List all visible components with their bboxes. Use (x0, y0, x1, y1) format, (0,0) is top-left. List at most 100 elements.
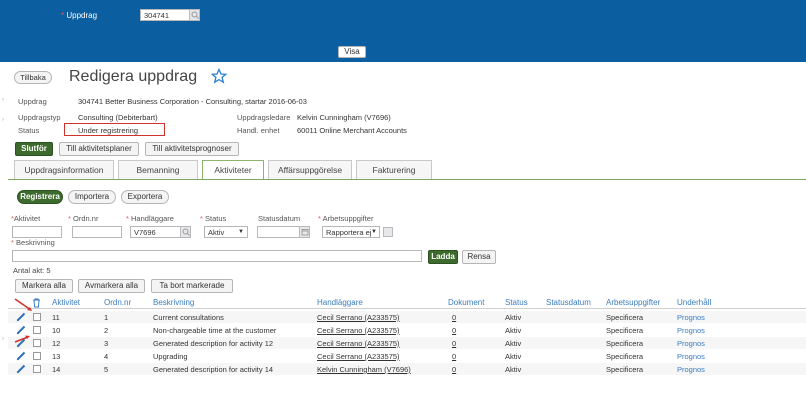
cell-status: Aktiv (505, 313, 522, 322)
description-filter-label: * Beskrivning (11, 238, 55, 247)
favorite-star-icon[interactable] (210, 67, 228, 84)
cell-tasks: Specificera (606, 339, 644, 348)
lookup-icon[interactable] (189, 10, 199, 20)
column-header[interactable]: Aktivitet (52, 298, 80, 307)
assignment-search-label: * Uppdrag (61, 11, 98, 20)
tab-assignment-info[interactable]: Uppdragsinformation (14, 160, 114, 179)
cell-documents[interactable]: 0 (452, 365, 456, 374)
cell-status: Aktiv (505, 339, 522, 348)
cell-handler[interactable]: Cecil Serrano (A233575) (317, 326, 400, 335)
cell-tasks: Specificera (606, 365, 644, 374)
cell-maintenance[interactable]: Prognos (677, 339, 705, 348)
clear-button[interactable]: Rensa (462, 250, 496, 264)
cell-maintenance[interactable]: Prognos (677, 326, 705, 335)
cell-activity: 10 (52, 326, 61, 335)
tab-business-agreement[interactable]: Affärsuppgörelse (268, 160, 352, 179)
activity-count: Antal akt: 5 (13, 266, 51, 275)
column-header[interactable]: Underhåll (677, 298, 711, 307)
unmark-all-button[interactable]: Avmarkera alla (78, 279, 145, 293)
back-button-label: Tillbaka (20, 73, 46, 82)
cell-status: Aktiv (505, 326, 522, 335)
cell-maintenance[interactable]: Prognos (677, 365, 705, 374)
cell-handler[interactable]: Cecil Serrano (A233575) (317, 339, 400, 348)
type-label: Uppdragstyp (18, 113, 61, 122)
tasks-extra-icon[interactable] (383, 227, 393, 237)
back-button[interactable]: Tillbaka (14, 71, 52, 84)
tab-activities[interactable]: Aktiviteter (202, 160, 264, 180)
column-header[interactable]: Statusdatum (546, 298, 591, 307)
top-search-bar: * Uppdrag 304741 Visa (0, 0, 806, 62)
register-button[interactable]: Registrera (17, 190, 63, 204)
column-header[interactable]: Dokument (448, 298, 484, 307)
tasks-filter-label: * Arbetsuppgifter (318, 214, 374, 223)
tab-underline (8, 179, 806, 180)
cell-documents[interactable]: 0 (452, 339, 456, 348)
cell-activity: 11 (52, 313, 60, 322)
export-button[interactable]: Exportera (121, 190, 169, 204)
cell-tasks: Specificera (606, 352, 644, 361)
table-row-cells: 12 3 Generated description for activity 12… (0, 338, 806, 350)
cell-tasks: Specificera (606, 313, 644, 322)
side-caret-icon[interactable]: › (2, 117, 5, 123)
status-value: Under registrering (78, 126, 139, 135)
leader-label: Uppdragsledare (237, 113, 291, 122)
side-caret-icon[interactable]: › (2, 97, 5, 103)
cell-order: 2 (104, 326, 109, 335)
table-row-cells: 13 4 Upgrading Cecil Serrano (A233575) 0 Akti… (0, 351, 806, 363)
calendar-icon[interactable] (299, 227, 309, 237)
cell-description: Non-chargeable time at the customer (153, 326, 277, 335)
cell-activity: 14 (52, 365, 61, 374)
column-header[interactable]: Ordn.nr (104, 298, 131, 307)
tasks-filter-select[interactable]: Rapportera ej ▼ (322, 226, 380, 238)
cell-documents[interactable]: 0 (452, 326, 456, 335)
cell-handler[interactable]: Cecil Serrano (A233575) (317, 352, 400, 361)
cell-maintenance[interactable]: Prognos (677, 313, 705, 322)
cell-documents[interactable]: 0 (452, 352, 456, 361)
table-header-row: Aktivitet Ordn.nr Beskrivning Handläggar… (0, 298, 806, 310)
cell-documents[interactable]: 0 (452, 313, 456, 322)
activity-forecasts-button[interactable]: Till aktivitetsprognoser (145, 142, 239, 156)
assignment-label: Uppdrag (18, 97, 47, 106)
cell-handler[interactable]: Kelvin Cunningham (V7696) (317, 365, 411, 374)
column-header[interactable]: Status (505, 298, 528, 307)
page-title: Redigera uppdrag (69, 68, 198, 85)
handler-filter-label: * Handläggare (126, 214, 174, 223)
cell-description: Generated description for activity 12 (153, 339, 274, 348)
cell-status: Aktiv (505, 352, 522, 361)
dropdown-arrow-icon: ▼ (371, 229, 377, 235)
show-button[interactable]: Visa (338, 46, 366, 58)
column-header[interactable]: Beskrivning (153, 298, 194, 307)
cell-description: Upgrading (153, 352, 188, 361)
cell-description: Current consultations (153, 313, 224, 322)
handler-lookup-icon[interactable] (180, 227, 190, 237)
activity-plans-button[interactable]: Till aktivitetsplaner (59, 142, 139, 156)
finish-button[interactable]: Slutför (15, 142, 53, 156)
type-value: Consulting (Debiterbart) (78, 113, 158, 122)
description-filter-input[interactable] (12, 250, 422, 262)
table-row-cells: 14 5 Generated description for activity 14… (0, 364, 806, 376)
annotation-arrow-icon (13, 334, 33, 344)
orderno-filter-input[interactable] (72, 226, 122, 238)
cell-handler[interactable]: Cecil Serrano (A233575) (317, 313, 400, 322)
mark-all-button[interactable]: Markera alla (15, 279, 73, 293)
activity-filter-input[interactable] (12, 226, 62, 238)
cell-description: Generated description for activity 14 (153, 365, 274, 374)
cell-order: 3 (104, 339, 109, 348)
cell-activity: 12 (52, 339, 61, 348)
cell-activity: 13 (52, 352, 61, 361)
tab-staffing[interactable]: Bemanning (118, 160, 198, 179)
cell-order: 4 (104, 352, 109, 361)
unit-value: 60011 Online Merchant Accounts (297, 126, 407, 135)
remove-marked-button[interactable]: Ta bort markerade (151, 279, 233, 293)
column-header[interactable]: Arbetsuppgifter (606, 298, 660, 307)
cell-maintenance[interactable]: Prognos (677, 352, 705, 361)
status-filter-select[interactable]: Aktiv ▼ (204, 226, 248, 238)
tab-invoicing[interactable]: Fakturering (356, 160, 432, 179)
leader-value: Kelvin Cunningham (V7696) (297, 113, 391, 122)
table-row-cells: 11 1 Current consultations Cecil Serrano (A… (0, 312, 806, 324)
table-row-cells: 10 2 Non-chargeable time at the customer Ce… (0, 325, 806, 337)
load-button[interactable]: Ladda (428, 250, 458, 264)
column-header[interactable]: Handläggare (317, 298, 363, 307)
import-button[interactable]: Importera (68, 190, 116, 204)
cell-status: Aktiv (505, 365, 522, 374)
